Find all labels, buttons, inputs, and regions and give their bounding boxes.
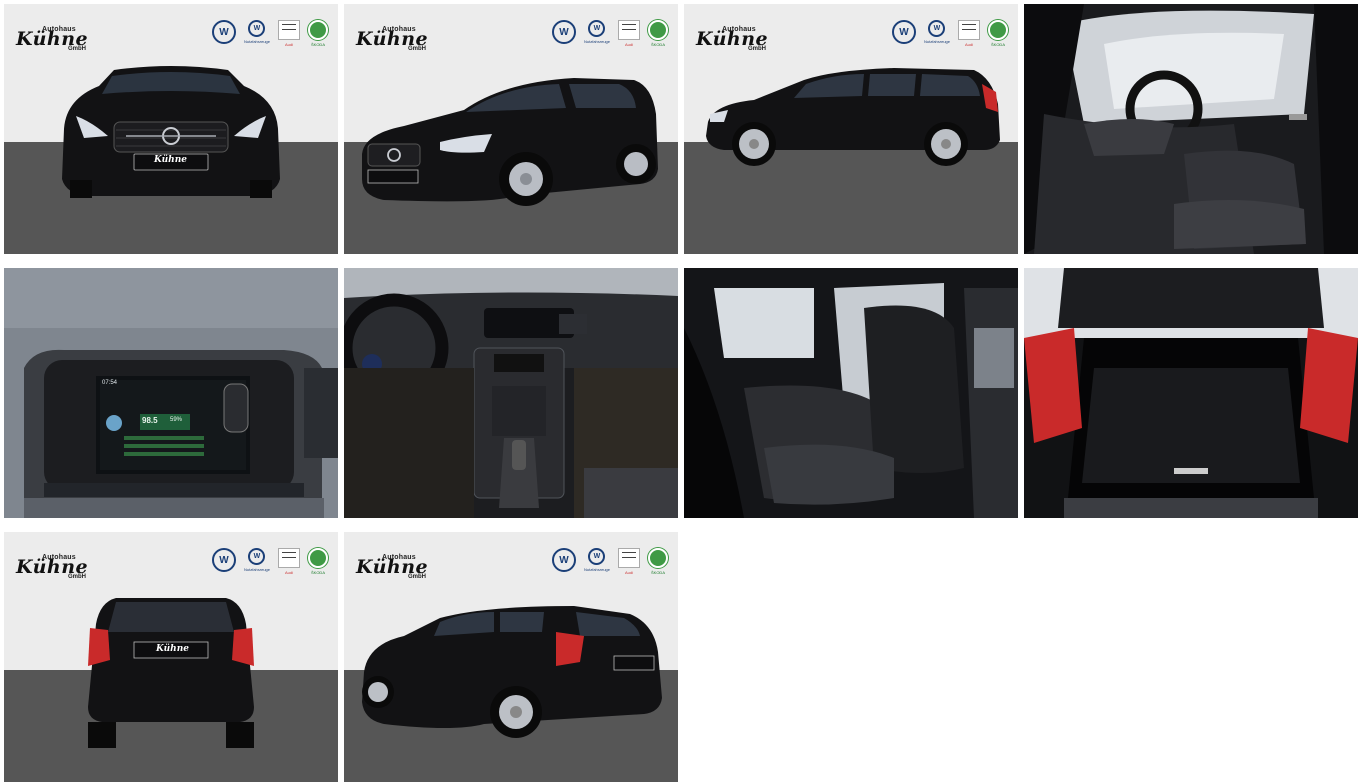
brand-logos: W W Nutzfahrzeuge Audi ŠKODA — [551, 548, 668, 575]
dealer-logo-sub: GmbH — [748, 46, 766, 52]
audi-caption: Audi — [624, 570, 633, 575]
skoda-caption: ŠKODA — [650, 42, 665, 47]
skoda-caption: ŠKODA — [650, 570, 665, 575]
gallery-thumbnail-display[interactable]: 07:54 98.5 59% — [4, 268, 338, 518]
vw-logo-icon: W — [891, 20, 916, 44]
dealer-logo: Autohaus Kühne GmbH — [690, 12, 770, 64]
brand-logos: W W Nutzfahrzeuge Audi ŠKODA — [891, 20, 1008, 47]
gallery-thumbnail-dashboard[interactable] — [344, 268, 678, 518]
audi-logo-icon — [958, 20, 980, 40]
dashboard-display-photo — [4, 268, 338, 518]
brand-logos: W W Nutzfahrzeuge Audi ŠKODA — [211, 548, 328, 575]
vw-logo-icon: W — [211, 548, 236, 572]
audi-logo-icon — [618, 548, 640, 568]
vw-caption: Nutzfahrzeuge — [923, 39, 950, 44]
audi-logo-icon — [618, 20, 640, 40]
dealer-logo-sub: GmbH — [408, 46, 426, 52]
gallery-thumbnail-rear[interactable]: Kühne Autohaus Kühne GmbH W W Nutzfahrzeu… — [4, 532, 338, 782]
screen-value-main: 98.5 — [142, 416, 158, 425]
vw-caption: Nutzfahrzeuge — [243, 567, 270, 572]
dashboard-photo — [344, 268, 678, 518]
audi-caption: Audi — [284, 42, 293, 47]
screen-time: 07:54 — [102, 380, 118, 386]
plate-dealer-text: Kühne — [156, 644, 189, 654]
screen-value-percent: 59% — [170, 417, 183, 423]
audi-logo-icon — [278, 548, 300, 568]
dealer-logo-sub: GmbH — [68, 46, 86, 52]
skoda-caption: ŠKODA — [990, 42, 1005, 47]
skoda-caption: ŠKODA — [310, 42, 325, 47]
vw-caption: Nutzfahrzeuge — [583, 567, 610, 572]
gallery-thumbnail-side[interactable]: Autohaus Kühne GmbH W W Nutzfahrzeuge Aud… — [684, 4, 1018, 254]
plate-dealer-text: Kühne — [154, 155, 187, 165]
vw-commercial-icon: W — [588, 548, 606, 565]
skoda-logo-icon — [648, 20, 668, 40]
skoda-logo-icon — [308, 548, 328, 568]
dealer-logo-sub: GmbH — [408, 574, 426, 580]
vw-logo-icon: W — [211, 20, 236, 44]
gallery-thumbnail-interior[interactable] — [1024, 4, 1358, 254]
vw-commercial-icon: W — [588, 20, 606, 37]
dealer-logo: Autohaus Kühne GmbH — [350, 540, 430, 592]
audi-logo-icon — [278, 20, 300, 40]
rear-seats-photo — [684, 268, 1018, 518]
gallery-thumbnail-front[interactable]: Kühne Autohaus Kühne GmbH W W Nutzfahrzeu… — [4, 4, 338, 254]
brand-logos: W W Nutzfahrzeuge Audi ŠKODA — [211, 20, 328, 47]
skoda-logo-icon — [648, 548, 668, 568]
vw-caption: Nutzfahrzeuge — [243, 39, 270, 44]
audi-caption: Audi — [964, 42, 973, 47]
dealer-logo-sub: GmbH — [68, 574, 86, 580]
trunk-photo — [1024, 268, 1358, 518]
audi-caption: Audi — [284, 570, 293, 575]
vw-commercial-icon: W — [248, 548, 266, 565]
vw-caption: Nutzfahrzeuge — [583, 39, 610, 44]
dealer-logo: Autohaus Kühne GmbH — [10, 540, 90, 592]
dealer-logo: Autohaus Kühne GmbH — [10, 12, 90, 64]
vw-commercial-icon: W — [928, 20, 946, 37]
skoda-logo-icon — [988, 20, 1008, 40]
skoda-caption: ŠKODA — [310, 570, 325, 575]
interior-door-photo — [1024, 4, 1358, 254]
skoda-logo-icon — [308, 20, 328, 40]
gallery-thumbnail-front-left[interactable]: Autohaus Kühne GmbH W W Nutzfahrzeuge Aud… — [344, 4, 678, 254]
gallery-thumbnail-rear-left[interactable]: Autohaus Kühne GmbH W W Nutzfahrzeuge Aud… — [344, 532, 678, 782]
gallery-thumbnail-trunk[interactable] — [1024, 268, 1358, 518]
vw-logo-icon: W — [551, 20, 576, 44]
brand-logos: W W Nutzfahrzeuge Audi ŠKODA — [551, 20, 668, 47]
audi-caption: Audi — [624, 42, 633, 47]
gallery-thumbnail-rear-seats[interactable] — [684, 268, 1018, 518]
dealer-logo: Autohaus Kühne GmbH — [350, 12, 430, 64]
photo-gallery: Kühne Autohaus Kühne GmbH W W Nutzfahrzeu… — [4, 4, 1358, 782]
vw-logo-icon: W — [551, 548, 576, 572]
vw-commercial-icon: W — [248, 20, 266, 37]
